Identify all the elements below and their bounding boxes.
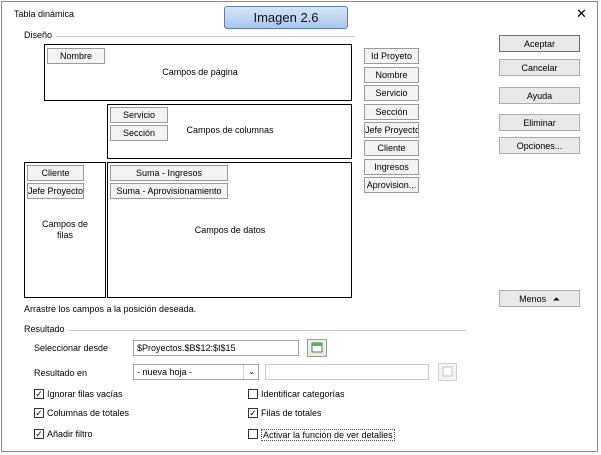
add-filter-checkbox[interactable]: ✓ [34,429,44,439]
options-button[interactable]: Opciones... [499,137,580,154]
select-from-label: Seleccionar desde [34,343,109,353]
less-button[interactable]: Menos ⏶ [499,290,580,307]
result-in-select-value: - nueva hoja - [137,367,193,377]
available-field-seccion[interactable]: Sección [364,104,419,120]
ignore-empty-rows-checkbox[interactable]: ✓ [34,389,44,399]
result-in-target-input[interactable] [265,364,429,380]
available-field-cliente[interactable]: Cliente [364,140,419,156]
drag-hint-text: Arrastre los campos a la posición desead… [24,304,197,314]
total-columns-label: Columnas de totales [47,408,130,418]
add-filter-label: Añadir filtro [47,429,93,439]
row-field-jefe-proyecto[interactable]: Jefe Proyecto [27,183,84,199]
cancel-button[interactable]: Cancelar [499,59,580,76]
total-rows-checkbox[interactable]: ✓ [248,408,258,418]
ignore-empty-rows-label: Ignorar filas vacías [47,389,123,399]
layout-section-label: Diseño [24,30,57,40]
page-field-nombre[interactable]: Nombre [47,48,105,64]
total-rows-label: Filas de totales [261,408,322,418]
data-field-suma-ingresos[interactable]: Suma - Ingresos [110,165,228,181]
layout-section-divider [24,36,354,37]
range-picker-disabled-icon [442,366,453,377]
row-field-cliente[interactable]: Cliente [27,165,84,181]
accept-button[interactable]: Aceptar [499,35,580,52]
enable-drill-down-checkbox[interactable] [248,429,258,439]
remove-button[interactable]: Eliminar [499,114,580,131]
result-section-divider [24,330,466,331]
close-icon[interactable]: ✕ [576,7,587,20]
row-fields-area-label-line2: filas [56,230,73,240]
column-field-servicio[interactable]: Servicio [110,107,168,123]
available-field-jefe-proyecto[interactable]: Jefe Proyecto [364,122,419,138]
identify-categories-label: Identificar categorías [261,389,345,399]
shrink-target-button[interactable] [438,363,457,381]
identify-categories-checkbox[interactable] [248,389,258,399]
chevron-down-icon[interactable]: ⌄ [243,365,259,379]
available-field-aprovision[interactable]: Aprovision... [364,177,419,193]
column-fields-area-label: Campos de columnas [186,125,274,135]
available-field-ingresos[interactable]: Ingresos [364,159,419,175]
less-button-label: Menos [519,294,547,304]
data-field-suma-aprovisionamiento[interactable]: Suma - Aprovisionamiento [110,183,228,199]
result-in-label: Resultado en [34,368,88,378]
available-field-id-proyeto[interactable]: Id Proyeto [364,48,419,64]
page-fields-area-label: Campos de página [162,67,238,77]
available-field-nombre[interactable]: Nombre [364,67,419,83]
column-field-seccion[interactable]: Sección [110,125,168,141]
double-chevron-up-icon: ⏶ [552,294,560,304]
shrink-range-button[interactable] [307,339,327,357]
result-in-select[interactable]: - nueva hoja - [133,364,259,380]
total-columns-checkbox[interactable]: ✓ [34,408,44,418]
range-picker-icon [311,342,323,353]
dialog-title: Tabla dinámica [14,9,75,19]
result-section-label: Resultado [24,324,69,334]
image-badge: Imagen 2.6 [224,6,348,29]
row-fields-area-label-line1: Campos de [41,219,89,229]
data-fields-area-label: Campos de datos [194,225,266,235]
enable-drill-down-label: Activar la función de ver detalles [261,429,395,441]
available-field-servicio[interactable]: Servicio [364,85,419,101]
select-from-input[interactable]: $Proyectos.$B$12:$I$15 [133,340,299,356]
help-button[interactable]: Ayuda [499,87,580,104]
